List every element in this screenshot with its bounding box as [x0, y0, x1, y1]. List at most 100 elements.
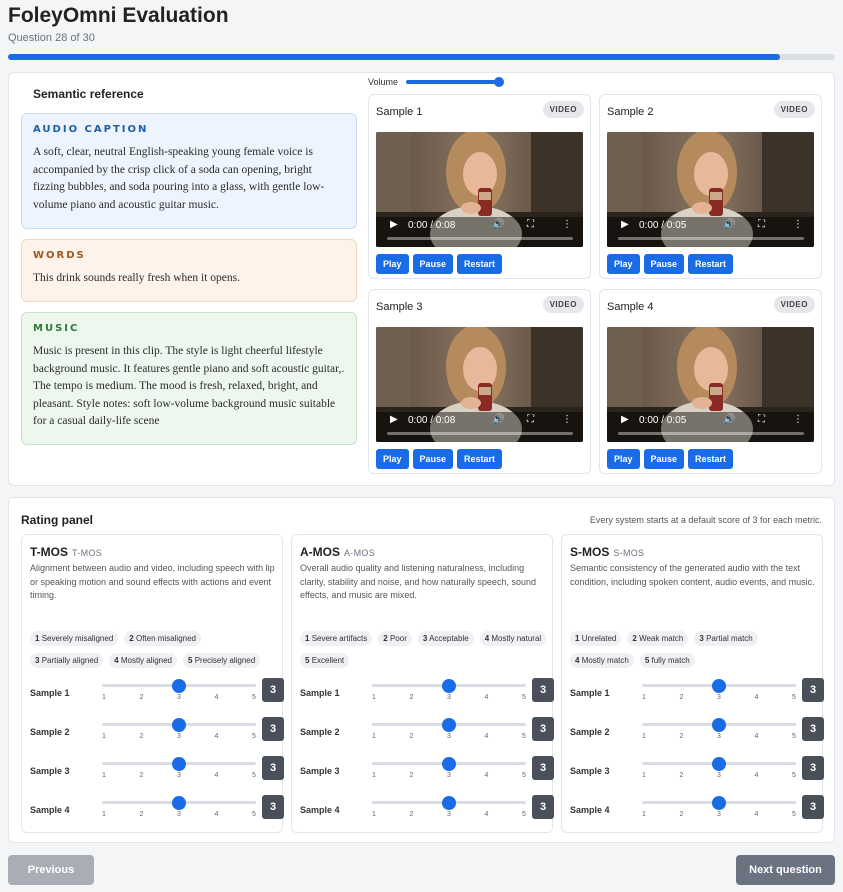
fullscreen-icon[interactable]: ⛶: [758, 414, 765, 425]
tick-label: 2: [679, 694, 684, 701]
more-options-icon[interactable]: ⋮: [562, 219, 572, 230]
play-button[interactable]: Play: [376, 449, 409, 469]
score-slider-knob[interactable]: [442, 679, 456, 693]
volume-slider-knob[interactable]: [494, 77, 505, 87]
score-slider[interactable]: [372, 679, 526, 693]
next-question-button[interactable]: Next question: [736, 855, 835, 885]
volume-icon[interactable]: 🔊: [723, 414, 735, 425]
score-slider-knob[interactable]: [712, 757, 726, 771]
player-buttons: Play Pause Restart: [376, 449, 503, 469]
score-slider[interactable]: [102, 757, 256, 771]
sample-title: Sample 4: [607, 301, 654, 313]
video-progress-bar[interactable]: [618, 237, 804, 240]
pause-button[interactable]: Pause: [412, 254, 454, 274]
tick-label: 1: [642, 811, 646, 818]
sample-title: Sample 3: [376, 301, 423, 313]
score-slider-knob[interactable]: [712, 796, 726, 810]
tick-label: 5: [522, 811, 526, 818]
score-slider-knob[interactable]: [442, 757, 456, 771]
score-slider[interactable]: [372, 718, 526, 732]
music-label: MUSIC: [33, 323, 80, 334]
scale-chip: 3 Acceptable: [417, 631, 474, 646]
play-icon[interactable]: ▶: [621, 414, 629, 425]
fullscreen-icon[interactable]: ⛶: [527, 219, 534, 230]
score-slider[interactable]: [642, 718, 796, 732]
score-row: Sample 3 1 2 3 4 5 3: [30, 756, 284, 784]
fullscreen-icon[interactable]: ⛶: [758, 219, 765, 230]
video-player[interactable]: ▶ 0:00 / 0:08 🔊 ⛶ ⋮: [376, 327, 583, 442]
restart-button[interactable]: Restart: [688, 254, 734, 274]
score-slider-knob[interactable]: [712, 679, 726, 693]
tick-label: 4: [214, 733, 219, 740]
restart-button[interactable]: Restart: [457, 254, 503, 274]
fullscreen-icon[interactable]: ⛶: [527, 414, 534, 425]
more-options-icon[interactable]: ⋮: [562, 414, 572, 425]
pause-button[interactable]: Pause: [643, 449, 685, 469]
play-button[interactable]: Play: [607, 254, 640, 274]
score-value: 3: [802, 756, 824, 780]
score-slider[interactable]: [642, 679, 796, 693]
score-slider-knob[interactable]: [172, 796, 186, 810]
video-progress-bar[interactable]: [387, 237, 573, 240]
volume-slider[interactable]: [406, 77, 505, 87]
play-button[interactable]: Play: [376, 254, 409, 274]
score-value: 3: [802, 717, 824, 741]
play-icon[interactable]: ▶: [390, 219, 398, 230]
tick-label: 1: [372, 772, 376, 779]
video-progress-bar[interactable]: [618, 432, 804, 435]
tick-label: 2: [409, 694, 414, 701]
tick-label: 5: [252, 733, 256, 740]
score-slider-knob[interactable]: [442, 796, 456, 810]
score-slider[interactable]: [102, 718, 256, 732]
score-slider[interactable]: [102, 679, 256, 693]
video-progress-bar[interactable]: [387, 432, 573, 435]
score-slider[interactable]: [102, 796, 256, 810]
tick-label: 2: [139, 811, 144, 818]
score-row: Sample 4 1 2 3 4 5 3: [300, 795, 554, 823]
tick-label: 3: [177, 733, 181, 740]
score-slider-knob[interactable]: [172, 679, 186, 693]
volume-icon[interactable]: 🔊: [492, 219, 504, 230]
score-slider[interactable]: [372, 796, 526, 810]
tick-label: 1: [642, 772, 646, 779]
volume-icon[interactable]: 🔊: [723, 219, 735, 230]
pause-button[interactable]: Pause: [412, 449, 454, 469]
video-player[interactable]: ▶ 0:00 / 0:05 🔊 ⛶ ⋮: [607, 132, 814, 247]
video-player[interactable]: ▶ 0:00 / 0:05 🔊 ⛶ ⋮: [607, 327, 814, 442]
tick-label: 5: [792, 772, 796, 779]
score-slider[interactable]: [372, 757, 526, 771]
tick-label: 5: [792, 694, 796, 701]
volume-icon[interactable]: 🔊: [492, 414, 504, 425]
more-options-icon[interactable]: ⋮: [793, 414, 803, 425]
play-button[interactable]: Play: [607, 449, 640, 469]
more-options-icon[interactable]: ⋮: [793, 219, 803, 230]
tick-labels: 1 2 3 4 5: [102, 694, 256, 704]
scale-chip: 2 Weak match: [627, 631, 689, 646]
play-icon[interactable]: ▶: [390, 414, 398, 425]
score-value: 3: [532, 717, 554, 741]
score-slider-knob[interactable]: [172, 718, 186, 732]
score-slider[interactable]: [642, 757, 796, 771]
header: FoleyOmni Evaluation Question 28 of 30: [8, 4, 229, 44]
sample-title: Sample 1: [376, 106, 423, 118]
video-time: 0:00 / 0:08: [408, 415, 456, 426]
score-slider[interactable]: [642, 796, 796, 810]
score-row: Sample 2 1 2 3 4 5 3: [30, 717, 284, 745]
score-slider-knob[interactable]: [172, 757, 186, 771]
score-slider-knob[interactable]: [712, 718, 726, 732]
tick-label: 3: [447, 733, 451, 740]
metric-description: Semantic consistency of the generated au…: [570, 563, 815, 587]
pause-button[interactable]: Pause: [643, 254, 685, 274]
tick-label: 3: [447, 694, 451, 701]
video-player[interactable]: ▶ 0:00 / 0:08 🔊 ⛶ ⋮: [376, 132, 583, 247]
tick-label: 2: [679, 733, 684, 740]
tick-labels: 1 2 3 4 5: [642, 733, 796, 743]
score-slider-knob[interactable]: [442, 718, 456, 732]
previous-button[interactable]: Previous: [8, 855, 94, 885]
score-row-label: Sample 4: [570, 805, 610, 815]
play-icon[interactable]: ▶: [621, 219, 629, 230]
scale-chip: 1 Severe artifacts: [300, 631, 373, 646]
tick-label: 2: [139, 733, 144, 740]
restart-button[interactable]: Restart: [688, 449, 734, 469]
restart-button[interactable]: Restart: [457, 449, 503, 469]
